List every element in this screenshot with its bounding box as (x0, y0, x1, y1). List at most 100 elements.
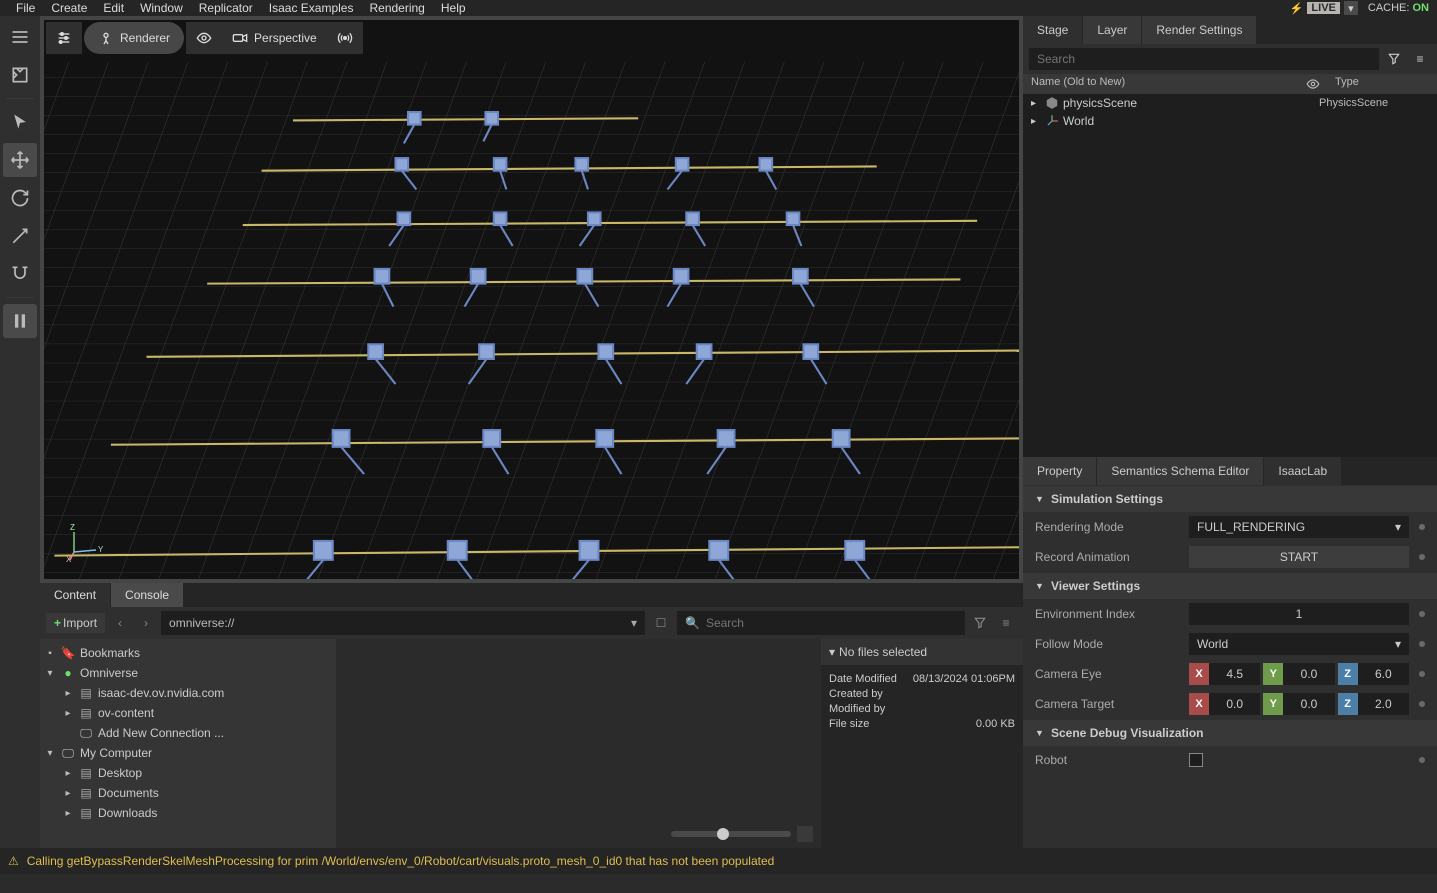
record-animation-label: Record Animation (1035, 550, 1183, 564)
tree-ov-content[interactable]: ▸▤ov-content (40, 703, 336, 723)
menubar: File Create Edit Window Replicator Isaac… (0, 0, 1437, 16)
grid-view-icon[interactable] (797, 826, 813, 842)
scene-content (44, 20, 1019, 579)
chevron-down-icon[interactable]: ▾ (1344, 1, 1358, 15)
visibility-icon[interactable] (186, 22, 222, 54)
content-grid[interactable] (336, 639, 821, 848)
reset-dot[interactable] (1419, 757, 1425, 763)
tree-add-conn[interactable]: 🖵Add New Connection ... (40, 723, 336, 743)
filter-icon[interactable] (969, 612, 991, 634)
menu-rendering[interactable]: Rendering (361, 1, 432, 15)
date-value: 08/13/2024 01:06PM (913, 673, 1015, 685)
menu-window[interactable]: Window (132, 1, 191, 15)
rendering-mode-label: Rendering Mode (1035, 520, 1183, 534)
follow-mode-select[interactable]: World▾ (1189, 633, 1409, 655)
tab-stage[interactable]: Stage (1023, 16, 1082, 44)
tree-documents[interactable]: ▸▤Documents (40, 783, 336, 803)
stage-row-physicsscene[interactable]: ▸ physicsScene PhysicsScene (1023, 94, 1437, 112)
filter-icon[interactable] (1383, 48, 1405, 70)
reset-dot[interactable] (1419, 524, 1425, 530)
camera-target-y[interactable]: Y0.0 (1263, 693, 1334, 715)
size-value: 0.00 KB (976, 718, 1015, 730)
hamburger-icon[interactable] (3, 20, 37, 54)
cube-icon (1045, 96, 1059, 110)
menu-create[interactable]: Create (43, 1, 95, 15)
camera-dropdown[interactable]: Perspective (222, 22, 327, 54)
live-indicator[interactable]: ⚡ LIVE ▾ (1290, 1, 1358, 15)
rotate-tool[interactable] (3, 181, 37, 215)
pause-button[interactable] (3, 304, 37, 338)
tab-isaaclab[interactable]: IsaacLab (1264, 457, 1341, 485)
camera-eye-x[interactable]: X4.5 (1189, 663, 1260, 685)
tab-semantics[interactable]: Semantics Schema Editor (1097, 457, 1263, 485)
menu-edit[interactable]: Edit (95, 1, 132, 15)
tree-my-computer[interactable]: ▾🖵My Computer (40, 743, 336, 763)
nav-back-icon[interactable]: ‹ (109, 612, 131, 634)
status-message: Calling getBypassRenderSkelMeshProcessin… (27, 854, 775, 868)
tree-desktop[interactable]: ▸▤Desktop (40, 763, 336, 783)
content-search[interactable]: 🔍 (677, 611, 965, 635)
options-icon[interactable]: ≡ (995, 612, 1017, 634)
stage-row-world[interactable]: ▸ World (1023, 112, 1437, 130)
perspective-label: Perspective (254, 31, 317, 45)
drive-icon: ▤ (78, 765, 94, 781)
broadcast-icon[interactable] (327, 22, 363, 54)
drive-icon: ▤ (78, 685, 94, 701)
content-search-input[interactable] (706, 616, 957, 630)
chevron-down-icon: ▾ (1395, 520, 1401, 534)
thumbnail-slider[interactable] (671, 826, 813, 842)
robot-checkbox[interactable] (1189, 753, 1203, 767)
viewport[interactable]: Renderer Perspective (44, 20, 1019, 579)
reset-dot[interactable] (1419, 701, 1425, 707)
col-name-header[interactable]: Name (Old to New) (1023, 74, 1299, 94)
path-dropdown-icon[interactable]: ▾ (631, 616, 637, 630)
path-field[interactable]: omniverse://▾ (161, 611, 645, 635)
snap-tool[interactable] (3, 257, 37, 291)
section-sim-settings[interactable]: ▼Simulation Settings (1023, 486, 1437, 512)
renderer-dropdown[interactable]: Renderer (84, 22, 184, 54)
rendering-mode-select[interactable]: FULL_RENDERING▾ (1189, 516, 1409, 538)
start-button[interactable]: START (1189, 546, 1409, 568)
monitor-icon: 🖵 (60, 745, 76, 761)
bookmark-icon: 🔖 (60, 645, 76, 661)
modified-label: Modified by (829, 703, 885, 715)
plus-icon: + (54, 616, 61, 630)
menu-file[interactable]: File (8, 1, 43, 15)
camera-target-z[interactable]: Z2.0 (1338, 693, 1409, 715)
viewport-settings-icon[interactable] (46, 22, 82, 54)
reset-dot[interactable] (1419, 611, 1425, 617)
menu-help[interactable]: Help (433, 1, 474, 15)
camera-eye-y[interactable]: Y0.0 (1263, 663, 1334, 685)
menu-replicator[interactable]: Replicator (191, 1, 261, 15)
nav-forward-icon[interactable]: › (135, 612, 157, 634)
section-debug-vis[interactable]: ▼Scene Debug Visualization (1023, 720, 1437, 746)
tree-omniverse[interactable]: ▾●Omniverse (40, 663, 336, 683)
chevron-down-icon[interactable]: ▾ (829, 645, 835, 659)
move-tool[interactable] (3, 143, 37, 177)
env-index-input[interactable]: 1 (1189, 603, 1409, 625)
bookmark-icon[interactable]: ☐ (649, 611, 673, 635)
menu-isaac-examples[interactable]: Isaac Examples (261, 1, 362, 15)
stage-search-input[interactable] (1029, 48, 1379, 70)
eye-icon[interactable] (1299, 74, 1327, 94)
reset-dot[interactable] (1419, 671, 1425, 677)
camera-target-x[interactable]: X0.0 (1189, 693, 1260, 715)
tree-bookmarks[interactable]: ▪🔖Bookmarks (40, 643, 336, 663)
camera-eye-z[interactable]: Z6.0 (1338, 663, 1409, 685)
import-button[interactable]: +Import (46, 613, 105, 633)
frame-icon[interactable] (3, 58, 37, 92)
tree-downloads[interactable]: ▸▤Downloads (40, 803, 336, 823)
tab-content[interactable]: Content (40, 583, 110, 607)
options-icon[interactable]: ≡ (1409, 48, 1431, 70)
tab-console[interactable]: Console (111, 583, 183, 607)
col-type-header[interactable]: Type (1327, 74, 1437, 94)
scale-tool[interactable] (3, 219, 37, 253)
tab-layer[interactable]: Layer (1083, 16, 1141, 44)
select-tool[interactable] (3, 105, 37, 139)
reset-dot[interactable] (1419, 641, 1425, 647)
section-viewer-settings[interactable]: ▼Viewer Settings (1023, 573, 1437, 599)
reset-dot[interactable] (1419, 554, 1425, 560)
tab-render-settings[interactable]: Render Settings (1142, 16, 1256, 44)
tab-property[interactable]: Property (1023, 457, 1096, 485)
tree-isaac-dev[interactable]: ▸▤isaac-dev.ov.nvidia.com (40, 683, 336, 703)
